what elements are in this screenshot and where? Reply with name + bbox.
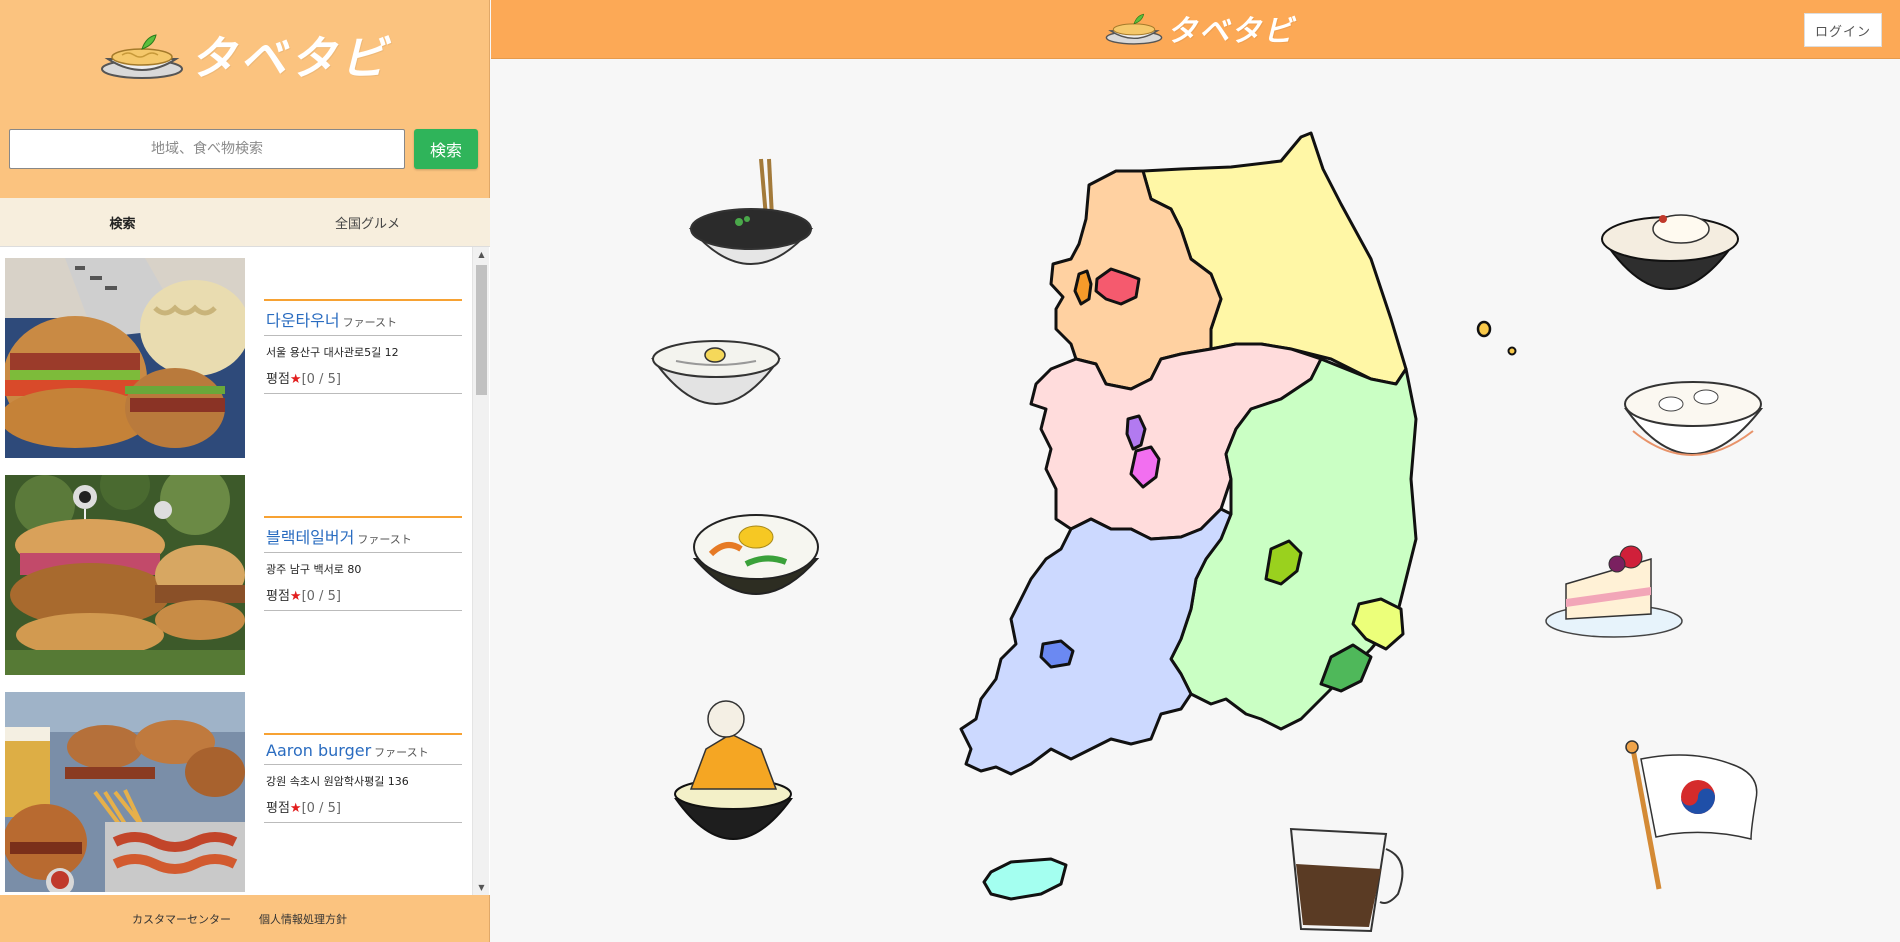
result-info: Aaron burger ファースト 강원 속초시 원암학사평길 136 평점★[… xyxy=(264,733,462,823)
star-icon: ★ xyxy=(289,589,302,604)
region-ulleungdo[interactable] xyxy=(1476,320,1492,338)
star-icon: ★ xyxy=(289,801,302,816)
tab-national-gourmet[interactable]: 全国グルメ xyxy=(245,198,490,246)
sidebar-logo[interactable]: タベタビ xyxy=(0,0,490,110)
rating-row: 평점★[0 / 5] xyxy=(264,789,462,823)
result-list: 다운타우너ファースト 서울 용산구 대사관로5길 12 평점★[0 / 5] xyxy=(0,247,490,895)
tab-search[interactable]: 検索 xyxy=(0,198,245,246)
restaurant-name[interactable]: 블랙테일버거 xyxy=(266,528,354,547)
top-header: タベタビ ログイン xyxy=(491,0,1900,59)
restaurant-photo[interactable] xyxy=(5,258,245,458)
naengmyeon-icon[interactable] xyxy=(651,340,781,405)
search-bar: 検索 xyxy=(9,129,479,169)
korea-map-canvas xyxy=(651,131,1764,933)
rating-label: 평점 xyxy=(266,372,290,387)
header-logo[interactable]: タベタビ xyxy=(1105,6,1295,50)
restaurant-photo[interactable] xyxy=(5,475,245,675)
result-card[interactable]: Aaron burger ファースト 강원 속초시 원암학사평길 136 평점★[… xyxy=(0,681,470,892)
title-row: Aaron burger ファースト xyxy=(264,735,462,765)
region-jeju[interactable] xyxy=(982,857,1068,901)
rating-value: [0 / 5] xyxy=(301,589,341,604)
scroll-up-arrow-icon[interactable]: ▲ xyxy=(477,250,486,259)
rating-label: 평점 xyxy=(266,801,290,816)
city-incheon[interactable] xyxy=(1073,269,1093,306)
logo-text: タベタビ xyxy=(190,31,390,85)
search-input[interactable] xyxy=(9,129,405,169)
restaurant-photo[interactable] xyxy=(5,692,245,892)
result-card[interactable]: 블랙테일버거 ファースト 광주 남구 백서로 80 평점★[0 / 5] xyxy=(0,464,470,675)
list-scrollbar[interactable]: ▲ ▼ xyxy=(472,247,489,895)
rating-value: [0 / 5] xyxy=(301,372,341,387)
restaurant-category: ファースト xyxy=(342,316,398,329)
korean-flag-icon[interactable] xyxy=(1625,740,1758,890)
title-row: 다운타우너 ファースト xyxy=(264,301,462,336)
city-sejong[interactable] xyxy=(1125,414,1147,451)
sidebar: タベタビ 検索 検索 全国グルメ xyxy=(0,0,490,942)
restaurant-address: 강원 속초시 원암학사평길 136 xyxy=(266,775,409,788)
scroll-thumb[interactable] xyxy=(476,265,487,395)
rating-row: 평점★[0 / 5] xyxy=(264,360,462,394)
samgyetang-icon[interactable] xyxy=(1601,214,1739,290)
logo-text: タベタビ xyxy=(1167,14,1295,49)
noodle-bowl-logo-icon xyxy=(101,34,183,79)
restaurant-category: ファースト xyxy=(357,533,412,546)
rating-label: 평점 xyxy=(266,589,290,604)
rating-row: 평점★[0 / 5] xyxy=(264,577,462,611)
tteokguk-icon[interactable] xyxy=(1624,381,1764,456)
restaurant-address: 광주 남구 백서로 80 xyxy=(266,563,362,576)
bibimbap-icon[interactable] xyxy=(692,514,820,595)
restaurant-name[interactable]: 다운타우너 xyxy=(266,311,340,330)
customer-center-link[interactable]: カスタマーセンター xyxy=(132,911,231,927)
rating-value: [0 / 5] xyxy=(301,801,341,816)
result-card[interactable]: 다운타우너 ファースト 서울 용산구 대사관로5길 12 평점★[0 / 5] xyxy=(0,247,470,458)
cake-icon[interactable] xyxy=(1545,545,1683,638)
coffee-mug-icon[interactable] xyxy=(1289,827,1404,933)
jajangmyeon-icon[interactable] xyxy=(688,158,814,265)
sidebar-tabs: 検索 全国グルメ xyxy=(0,198,490,247)
result-info: 다운타우너 ファースト 서울 용산구 대사관로5길 12 평점★[0 / 5] xyxy=(264,299,462,394)
restaurant-name[interactable]: Aaron burger xyxy=(266,741,371,760)
region-dokdo[interactable] xyxy=(1507,346,1517,356)
restaurant-address: 서울 용산구 대사관로5길 12 xyxy=(266,346,399,359)
scroll-down-arrow-icon[interactable]: ▼ xyxy=(477,883,486,892)
sidebar-footer: カスタマーセンター 個人情報処理方針 xyxy=(0,895,490,942)
login-button[interactable]: ログイン xyxy=(1804,13,1882,47)
search-button[interactable]: 検索 xyxy=(414,129,478,169)
noodle-bowl-logo-icon xyxy=(1105,13,1163,45)
star-icon: ★ xyxy=(289,372,302,387)
result-info: 블랙테일버거 ファースト 광주 남구 백서로 80 평점★[0 / 5] xyxy=(264,516,462,611)
map-area xyxy=(491,59,1900,942)
restaurant-category: ファースト xyxy=(374,746,429,759)
privacy-policy-link[interactable]: 個人情報処理方針 xyxy=(259,911,347,927)
title-row: 블랙테일버거 ファースト xyxy=(264,518,462,553)
bingsu-icon[interactable] xyxy=(674,700,793,840)
